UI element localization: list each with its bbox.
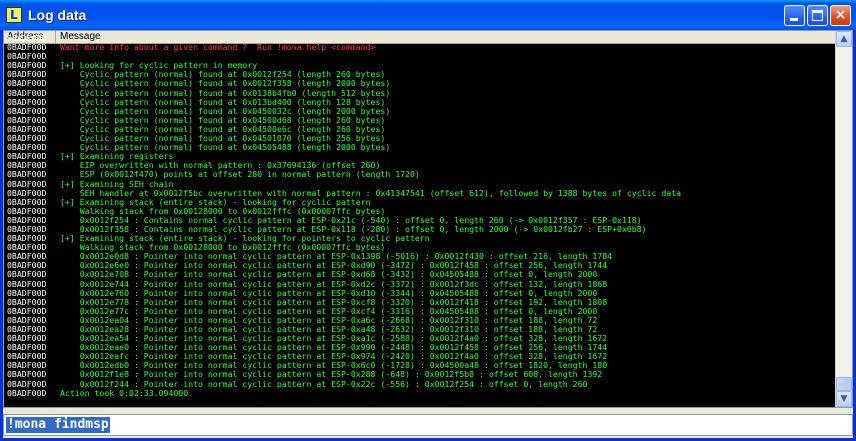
scrollbar-thumb[interactable]	[836, 377, 852, 391]
log-message: Action took 0:02:33.094000	[60, 387, 189, 398]
close-button[interactable]: ×	[830, 5, 851, 26]
log-address: 0BADF00D	[7, 387, 47, 398]
maximize-icon	[812, 10, 823, 21]
minimize-button[interactable]	[784, 5, 805, 26]
scroll-up-button[interactable]: ▲	[836, 31, 852, 47]
arrow-down-icon: ▼	[840, 394, 848, 404]
log-rows: 0BADF00D 0BADF00D Want more info about a g…	[4, 34, 838, 398]
close-icon: ×	[834, 7, 847, 23]
log-row[interactable]: 0BADF00D Want more info about a given com…	[4, 43, 838, 52]
command-bar: !mona findmsp	[3, 414, 853, 436]
log-app-icon: L	[6, 7, 22, 23]
maximize-button[interactable]	[807, 5, 828, 26]
client-area: Address Message 0BADF00D 0BADF00D Want mor…	[3, 30, 853, 438]
arrow-up-icon: ▲	[840, 34, 848, 44]
window-title: Log data	[28, 7, 87, 23]
log-message: Want more info about a given command ? R…	[60, 42, 376, 53]
log-row[interactable]: 0BADF00D Action took 0:02:33.094000	[4, 387, 838, 398]
log-window: L Log data × Address Message 0BADF00D 0BA…	[0, 0, 856, 441]
scroll-down-button[interactable]: ▼	[836, 391, 852, 407]
command-input-selection[interactable]: !mona findmsp	[6, 417, 110, 433]
vertical-scrollbar[interactable]: ▲ ▼	[835, 31, 852, 407]
log-list[interactable]: Address Message 0BADF00D 0BADF00D Want mor…	[3, 30, 853, 408]
title-bar[interactable]: L Log data ×	[0, 0, 856, 30]
minimize-icon	[790, 18, 798, 21]
